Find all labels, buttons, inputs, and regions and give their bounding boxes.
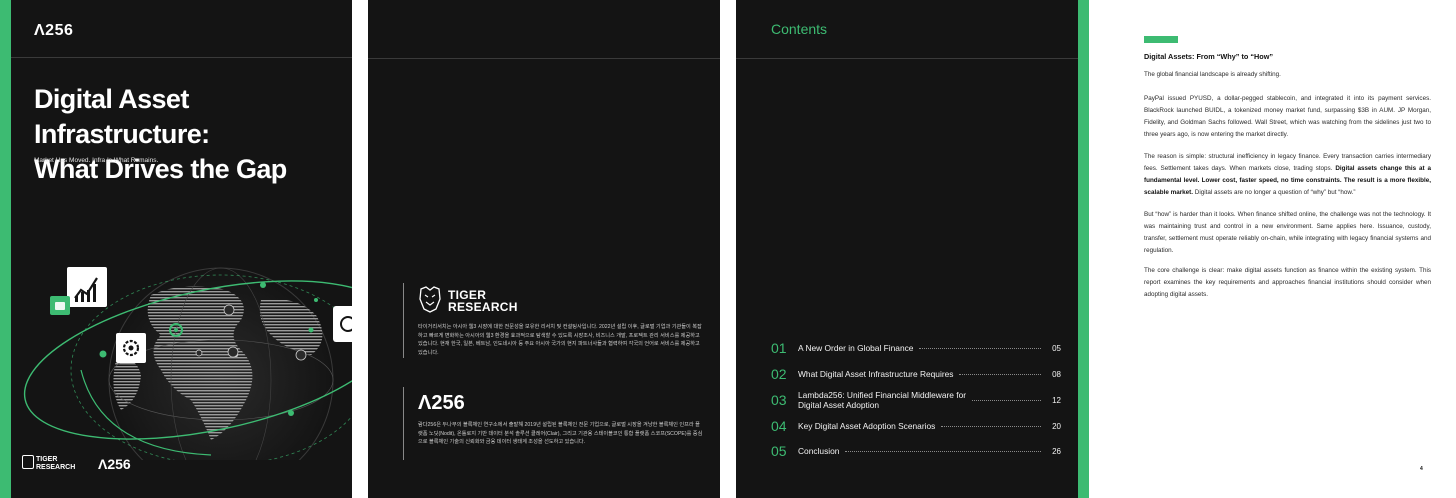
article-heading: Digital Assets: From “Why” to “How” xyxy=(1144,52,1274,61)
toc-page: 12 xyxy=(1052,395,1061,405)
cover-title-line1: Digital Asset Infrastructure: xyxy=(34,84,210,149)
article-text: Digital assets are no longer a question … xyxy=(1193,189,1356,196)
cover-title: Digital Asset Infrastructure: What Drive… xyxy=(34,82,344,187)
toc-label: Lambda256: Unified Financial Middleware … xyxy=(798,390,966,410)
contents-page: Contents 01 A New Order in Global Financ… xyxy=(736,0,1078,498)
toc-page: 05 xyxy=(1052,343,1061,353)
heading-accent-bar xyxy=(1144,36,1178,43)
a256-logo: Λ256 xyxy=(34,22,74,39)
toc-item[interactable]: 01 A New Order in Global Finance 05 xyxy=(771,340,1061,356)
toc-label-line1: Lambda256: Unified Financial Middleware … xyxy=(798,390,967,400)
toc-page: 20 xyxy=(1052,421,1061,431)
tiger-line1: TIGER xyxy=(36,456,58,463)
a256-logo: Λ256 xyxy=(418,392,465,414)
tiger-name-line2: RESEARCH xyxy=(448,300,518,314)
article-paragraph: PayPal issued PYUSD, a dollar-pegged sta… xyxy=(1144,95,1431,138)
document-spread: Λ256 Digital Asset Infrastructure: What … xyxy=(0,0,1456,498)
toc-item[interactable]: 03 Lambda256: Unified Financial Middlewa… xyxy=(771,390,1061,410)
tiger-head-icon xyxy=(419,286,441,313)
toc-label-line2: Digital Asset Adoption xyxy=(798,400,880,410)
tiger-research-name: TIGER RESEARCH xyxy=(448,289,518,313)
a256-description: 람다256은 두나무의 블록체인 연구소에서 출발해 2019년 설립된 블록체… xyxy=(418,422,703,445)
accent-stripe xyxy=(0,0,11,498)
article-page: Digital Assets: From “Why” to “How” The … xyxy=(1106,0,1442,498)
cover-page: Λ256 Digital Asset Infrastructure: What … xyxy=(0,0,352,498)
toc-number: 05 xyxy=(771,443,787,459)
tiger-description: 타이거리서치는 아시아 웹3 시장에 대한 전문성을 보유한 리서치 및 컨설팅… xyxy=(418,324,702,356)
globe-illustration xyxy=(23,267,352,460)
page-number: 4 xyxy=(1420,466,1423,472)
a256-footer-logo: Λ256 xyxy=(98,456,131,472)
toc-label: What Digital Asset Infrastructure Requir… xyxy=(798,369,954,379)
contents-title: Contents xyxy=(771,21,828,37)
toc-leader xyxy=(941,425,1041,427)
tiger-section-rule xyxy=(403,283,404,358)
article-paragraph: The core challenge is clear: make digita… xyxy=(1144,267,1431,298)
toc-page: 08 xyxy=(1052,369,1061,379)
toc-number: 04 xyxy=(771,418,787,434)
article-paragraph: But “how” is harder than it looks. When … xyxy=(1144,211,1431,254)
toc-number: 03 xyxy=(771,392,787,408)
toc-leader xyxy=(919,347,1041,349)
tiger-line2: RESEARCH xyxy=(36,464,76,471)
toc-label: Conclusion xyxy=(798,446,840,456)
header-divider xyxy=(736,58,1078,59)
toc-number: 01 xyxy=(771,340,787,356)
toc-page: 26 xyxy=(1052,446,1061,456)
toc-item[interactable]: 05 Conclusion 26 xyxy=(771,443,1061,459)
toc-item[interactable]: 02 What Digital Asset Infrastructure Req… xyxy=(771,366,1061,382)
toc-label: Key Digital Asset Adoption Scenarios xyxy=(798,421,936,431)
toc-number: 02 xyxy=(771,366,787,382)
toc-item[interactable]: 04 Key Digital Asset Adoption Scenarios … xyxy=(771,418,1061,434)
header-divider xyxy=(368,58,720,59)
tiger-research-footer-logo: TIGER RESEARCH xyxy=(36,456,75,472)
toc-leader xyxy=(845,450,1041,452)
cover-subtitle: Market Has Moved. Infra Is What Remains. xyxy=(34,157,159,164)
toc-leader xyxy=(959,373,1041,375)
article-paragraph: The reason is simple: structural ineffic… xyxy=(1144,151,1431,199)
about-page: TIGER RESEARCH 타이거리서치는 아시아 웹3 시장에 대한 전문성… xyxy=(368,0,720,498)
article-paragraph: The global financial landscape is alread… xyxy=(1144,71,1281,78)
a256-section-rule xyxy=(403,387,404,460)
tiger-logo-icon xyxy=(22,455,34,469)
toc-leader xyxy=(972,399,1041,401)
accent-stripe xyxy=(1078,0,1089,498)
toc-label: A New Order in Global Finance xyxy=(798,343,914,353)
